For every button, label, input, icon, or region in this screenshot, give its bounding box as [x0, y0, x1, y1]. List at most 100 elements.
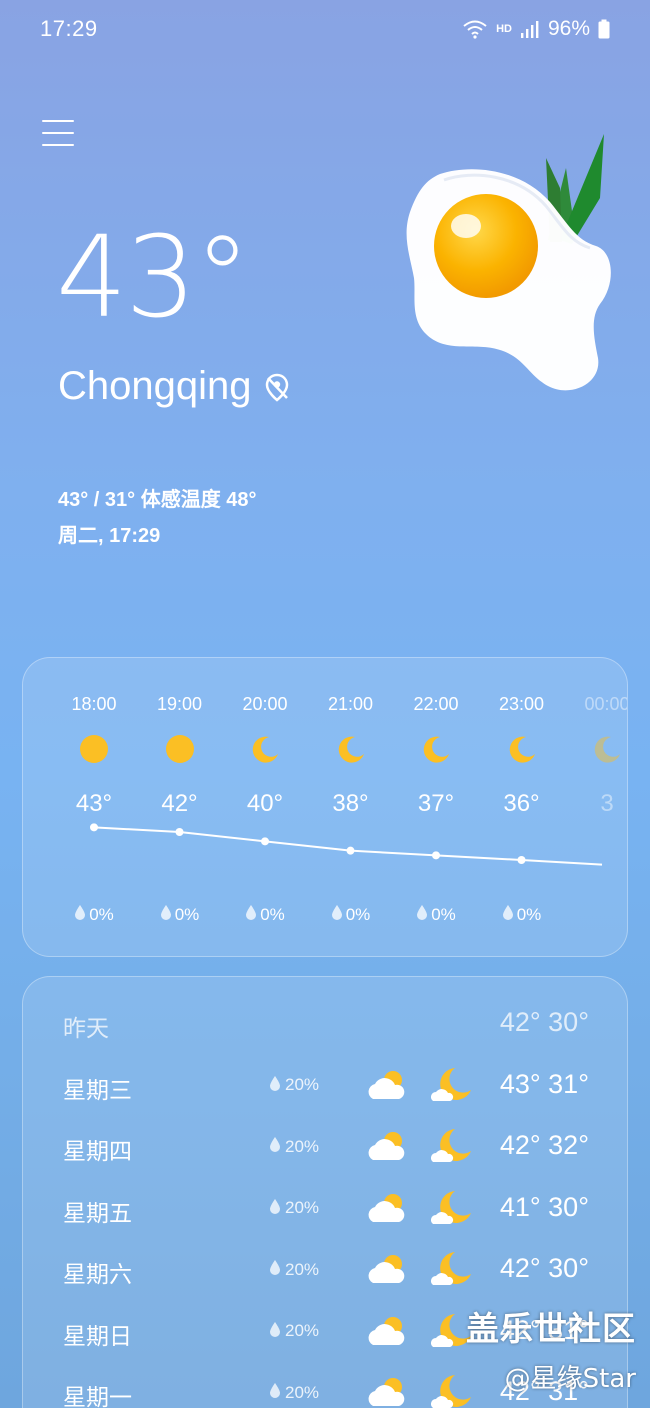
day-rain-chance: 20%	[269, 1136, 319, 1157]
wifi-icon	[463, 20, 487, 39]
hour-rain-chance: 0%	[308, 904, 394, 925]
temperature-point	[517, 856, 526, 864]
hour-temp: 37°	[417, 790, 455, 817]
day-name: 星期六	[63, 1262, 132, 1288]
status-icons: HD 96%	[462, 17, 610, 41]
hour-temp: 43°	[75, 790, 113, 817]
day-temps: 42° 30°	[499, 1253, 589, 1283]
watermark: 盖乐世社区 @星缘Star	[466, 1302, 636, 1395]
hour-time: 23:00	[498, 694, 545, 714]
status-bar: 17:29 HD 96%	[0, 0, 650, 64]
raindrop-icon	[502, 904, 514, 925]
hour-temp: 38°	[332, 790, 369, 817]
location-off-icon	[265, 373, 288, 402]
partly-cloudy-day-icon	[365, 1251, 407, 1289]
hour-rain-chance: 0%	[51, 904, 137, 925]
day-name: 星期五	[63, 1200, 132, 1227]
partly-cloudy-day-icon	[365, 1190, 407, 1228]
day-temps: 42° 30°	[499, 1007, 589, 1037]
raindrop-icon	[74, 904, 86, 925]
partly-cloudy-night-icon	[431, 1065, 473, 1105]
raindrop-icon	[160, 904, 172, 925]
hourly-forecast-card[interactable]: 18:00 43° 0% 19:00 42° 0% 20:00 40° 0% 21:00 38° 0%…	[22, 657, 628, 957]
day-rain-chance: 20%	[269, 1075, 319, 1096]
day-name: 星期四	[63, 1139, 132, 1165]
status-time: 17:29	[40, 16, 98, 41]
partly-cloudy-night-icon	[431, 1126, 473, 1166]
partly-cloudy-night-icon	[431, 1249, 473, 1289]
day-rain-chance: 20%	[269, 1198, 319, 1219]
day-temps: 42° 32°	[499, 1130, 589, 1160]
daily-row[interactable]: 星期六 20% 42° 30°	[23, 1241, 627, 1301]
hour-time: 00:00	[584, 694, 628, 714]
moon-icon	[336, 734, 366, 764]
city-row[interactable]: Chongqing	[58, 364, 292, 409]
hour-rain-chance: 0%	[222, 904, 308, 925]
partly-cloudy-day-icon	[365, 1067, 407, 1105]
hour-temp: 42°	[161, 790, 198, 817]
day-temps: 41° 30°	[499, 1191, 589, 1222]
hour-rain-chance: 0%	[137, 904, 223, 925]
watermark-author: @星缘Star	[504, 1364, 636, 1394]
day-name: 星期三	[63, 1077, 132, 1104]
temperature-point	[90, 823, 98, 832]
partly-cloudy-day-icon	[365, 1374, 407, 1408]
daily-row[interactable]: 星期四 20% 42° 32°	[23, 1118, 627, 1178]
raindrop-icon	[269, 1382, 281, 1403]
day-rain-chance: 20%	[269, 1321, 319, 1342]
menu-icon	[42, 120, 74, 122]
battery-icon	[598, 19, 610, 39]
watermark-community: 盖乐世社区	[466, 1309, 636, 1348]
sun-icon	[79, 734, 109, 764]
hour-time: 18:00	[71, 694, 117, 714]
moon-icon	[250, 734, 280, 764]
partly-cloudy-day-icon	[365, 1128, 407, 1166]
date-time: 周二, 17:29	[58, 525, 161, 547]
partly-cloudy-day-icon	[365, 1313, 407, 1351]
day-rain-chance: 20%	[269, 1259, 319, 1280]
hour-rain-chance: 0%	[479, 904, 565, 925]
raindrop-icon	[269, 1198, 281, 1219]
hour-time: 19:00	[156, 694, 203, 714]
temperature-trend-line	[93, 826, 603, 866]
hour-temp: 40°	[246, 790, 284, 817]
hour-temp: 36°	[503, 790, 540, 817]
temperature-point	[432, 851, 440, 860]
raindrop-icon	[331, 904, 343, 925]
current-summary: 43° / 31° 体感温度 48° 周二, 17:29	[58, 482, 257, 554]
weather-illustration-egg	[406, 134, 611, 391]
raindrop-icon	[416, 904, 428, 925]
partly-cloudy-night-icon	[431, 1188, 473, 1228]
city-name: Chongqing	[58, 364, 252, 408]
daily-row[interactable]: 星期五 20% 41° 30°	[23, 1180, 627, 1240]
temperature-point	[346, 846, 355, 855]
battery-percent: 96%	[547, 17, 590, 40]
current-temperature: 43°	[56, 213, 251, 343]
day-name: 星期日	[63, 1323, 132, 1350]
moon-icon	[592, 734, 622, 764]
raindrop-icon	[269, 1321, 281, 1342]
raindrop-icon	[269, 1259, 281, 1280]
signal-icon	[520, 21, 539, 38]
day-name: 星期一	[63, 1385, 132, 1408]
network-badge: HD	[496, 23, 512, 35]
hour-time: 21:00	[327, 694, 374, 714]
sun-icon	[165, 734, 195, 764]
moon-icon	[507, 734, 537, 764]
menu-button[interactable]	[42, 120, 74, 150]
hour-time: 22:00	[413, 694, 459, 714]
day-name: 昨天	[63, 1016, 109, 1042]
daily-row[interactable]: 昨天 42° 30°	[23, 995, 627, 1055]
hour-time: 20:00	[242, 694, 288, 714]
temperature-point	[261, 837, 269, 846]
raindrop-icon	[245, 904, 257, 925]
hour-temp: 3	[600, 790, 614, 817]
raindrop-icon	[269, 1075, 281, 1096]
temp-range-feels-like: 43° / 31° 体感温度 48°	[58, 489, 257, 511]
day-rain-chance: 20%	[269, 1382, 319, 1403]
temperature-point	[175, 828, 184, 836]
moon-icon	[421, 734, 451, 764]
daily-row[interactable]: 星期三 20% 43° 31°	[23, 1057, 627, 1117]
day-temps: 43° 31°	[499, 1068, 589, 1099]
raindrop-icon	[269, 1136, 281, 1157]
